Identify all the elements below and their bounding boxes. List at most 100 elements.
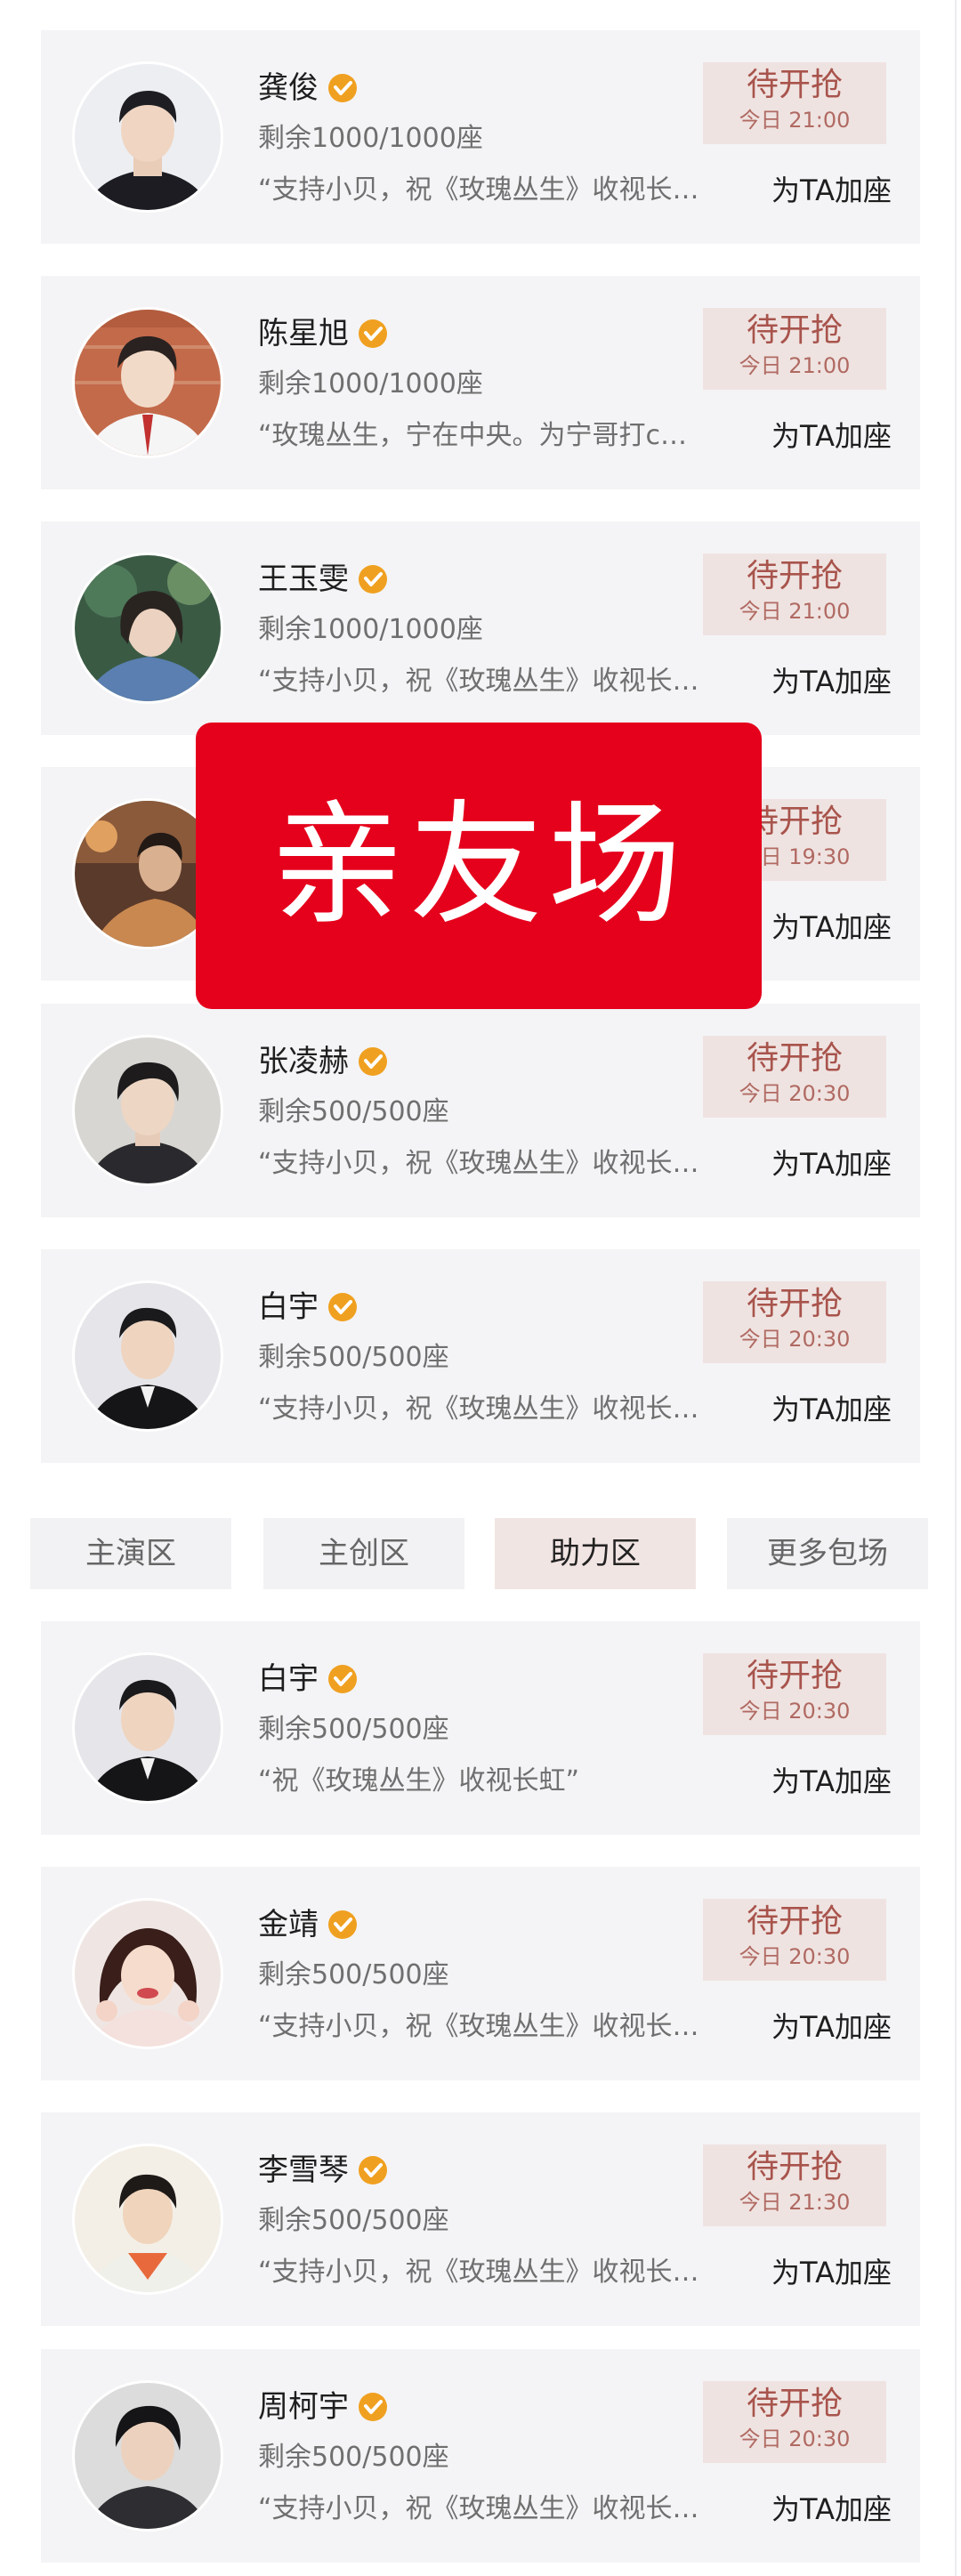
grab-status-label: 待开抢 — [746, 312, 843, 349]
support-message: “玫瑰丛生，宁在中央。为宁哥打call” — [258, 420, 703, 451]
patron-card: 张凌赫 剩余500/500座 “支持小贝，祝《玫瑰丛生》收视长虹” 待开抢 今日… — [41, 1004, 920, 1217]
patron-name-row: 张凌赫 — [258, 1038, 388, 1086]
verified-badge-icon — [327, 73, 358, 103]
support-message: “祝《玫瑰丛生》收视长虹” — [258, 1765, 580, 1797]
remaining-seats: 剩余1000/1000座 — [258, 614, 483, 645]
patron-name-row: 周柯宇 — [258, 2383, 388, 2431]
remaining-seats: 剩余500/500座 — [258, 1342, 449, 1373]
avatar[interactable] — [75, 2146, 221, 2292]
grab-status-label: 待开抢 — [746, 67, 843, 103]
grab-start-time: 今日 20:30 — [739, 1699, 851, 1724]
patron-card: 周柯宇 剩余500/500座 “支持小贝，祝《玫瑰丛生》收视长虹” 待开抢 今日… — [41, 2349, 920, 2563]
support-message: “支持小贝，祝《玫瑰丛生》收视长虹” — [258, 2493, 703, 2524]
remaining-seats: 剩余500/500座 — [258, 2442, 449, 2473]
grab-status-button[interactable]: 待开抢 今日 21:00 — [703, 62, 886, 144]
patron-name: 白宇 — [258, 1661, 319, 1697]
grab-start-time: 今日 20:30 — [739, 2427, 851, 2451]
grab-status-label: 待开抢 — [746, 2386, 843, 2422]
grab-status-button[interactable]: 待开抢 今日 20:30 — [703, 2381, 886, 2463]
add-seat-button[interactable]: 为TA加座 — [758, 2490, 892, 2529]
remaining-seats: 剩余500/500座 — [258, 1096, 449, 1127]
patron-name: 白宇 — [258, 1289, 319, 1325]
grab-status-button[interactable]: 待开抢 今日 20:30 — [703, 1281, 886, 1363]
tab-support[interactable]: 助力区 — [495, 1518, 696, 1589]
support-message: “支持小贝，祝《玫瑰丛生》收视长虹” — [258, 2011, 703, 2042]
grab-status-label: 待开抢 — [746, 1040, 843, 1077]
avatar[interactable] — [75, 1038, 221, 1183]
grab-status-button[interactable]: 待开抢 今日 21:00 — [703, 553, 886, 635]
patron-name-row: 白宇 — [258, 1283, 358, 1331]
avatar[interactable] — [75, 2383, 221, 2529]
patron-name: 张凌赫 — [258, 1044, 349, 1079]
add-seat-button[interactable]: 为TA加座 — [758, 908, 892, 947]
grab-start-time: 今日 20:30 — [739, 1944, 851, 1969]
remaining-seats: 剩余500/500座 — [258, 1714, 449, 1745]
grab-status-button[interactable]: 待开抢 今日 20:30 — [703, 1899, 886, 1981]
add-seat-button[interactable]: 为TA加座 — [758, 662, 892, 701]
grab-status-label: 待开抢 — [746, 1286, 843, 1322]
grab-start-time: 今日 20:30 — [739, 1081, 851, 1106]
grab-status-label: 待开抢 — [746, 558, 843, 594]
patron-card: 白宇 剩余500/500座 “支持小贝，祝《玫瑰丛生》收视长虹” 待开抢 今日 … — [41, 1249, 920, 1463]
remaining-seats: 剩余1000/1000座 — [258, 368, 483, 400]
avatar[interactable] — [75, 1655, 221, 1801]
verified-badge-icon — [358, 2392, 388, 2422]
grab-status-button[interactable]: 待开抢 今日 21:30 — [703, 2144, 886, 2226]
patron-card: 陈星旭 剩余1000/1000座 “玫瑰丛生，宁在中央。为宁哥打call” 待开… — [41, 276, 920, 489]
grab-start-time: 今日 21:00 — [739, 353, 851, 378]
grab-status-label: 待开抢 — [746, 1903, 843, 1940]
add-seat-button[interactable]: 为TA加座 — [758, 2253, 892, 2292]
patron-name: 龚俊 — [258, 70, 319, 106]
verified-badge-icon — [327, 1910, 358, 1940]
verified-badge-icon — [327, 1664, 358, 1694]
patron-name: 王玉雯 — [258, 561, 349, 597]
patron-name-row: 金靖 — [258, 1901, 358, 1949]
add-seat-button[interactable]: 为TA加座 — [758, 1144, 892, 1183]
patron-name-row: 王玉雯 — [258, 555, 388, 603]
patron-card: 李雪琴 剩余500/500座 “支持小贝，祝《玫瑰丛生》收视长虹” 待开抢 今日… — [41, 2112, 920, 2326]
patron-name: 金靖 — [258, 1907, 319, 1942]
support-message: “支持小贝，祝《玫瑰丛生》收视长虹” — [258, 2257, 703, 2288]
support-message: “支持小贝，祝《玫瑰丛生》收视长虹” — [258, 174, 703, 206]
patron-card: 王玉雯 剩余1000/1000座 “支持小贝，祝《玫瑰丛生》收视长虹” 待开抢 … — [41, 521, 920, 735]
patron-name-row: 龚俊 — [258, 64, 358, 112]
avatar[interactable] — [75, 310, 221, 456]
grab-status-label: 待开抢 — [746, 2149, 843, 2185]
remaining-seats: 剩余500/500座 — [258, 1959, 449, 1991]
patron-card: 龚俊 剩余1000/1000座 “支持小贝，祝《玫瑰丛生》收视长虹” 待开抢 今… — [41, 30, 920, 244]
avatar[interactable] — [75, 64, 221, 210]
add-seat-button[interactable]: 为TA加座 — [758, 1390, 892, 1429]
add-seat-button[interactable]: 为TA加座 — [758, 2007, 892, 2047]
grab-status-button[interactable]: 待开抢 今日 20:30 — [703, 1653, 886, 1735]
add-seat-button[interactable]: 为TA加座 — [758, 1762, 892, 1801]
grab-status-button[interactable]: 待开抢 今日 20:30 — [703, 1036, 886, 1118]
verified-badge-icon — [358, 1046, 388, 1077]
avatar[interactable] — [75, 1283, 221, 1429]
patron-card: 白宇 剩余500/500座 “祝《玫瑰丛生》收视长虹” 待开抢 今日 20:30… — [41, 1621, 920, 1835]
support-message: “支持小贝，祝《玫瑰丛生》收视长虹” — [258, 666, 703, 697]
patron-name: 李雪琴 — [258, 2152, 349, 2188]
avatar[interactable] — [75, 1901, 221, 2047]
grab-start-time: 今日 21:30 — [739, 2190, 851, 2215]
add-seat-button[interactable]: 为TA加座 — [758, 416, 892, 456]
remaining-seats: 剩余500/500座 — [258, 2205, 449, 2236]
grab-start-time: 今日 20:30 — [739, 1327, 851, 1352]
patron-name-row: 陈星旭 — [258, 310, 388, 358]
patron-name-row: 白宇 — [258, 1655, 358, 1703]
patron-name: 陈星旭 — [258, 316, 349, 351]
patron-name: 周柯宇 — [258, 2389, 349, 2425]
tab-lead-actors[interactable]: 主演区 — [30, 1518, 231, 1589]
friends-screening-overlay-label: 亲友场 — [196, 723, 762, 1009]
grab-status-button[interactable]: 待开抢 今日 21:00 — [703, 308, 886, 390]
tab-creators[interactable]: 主创区 — [263, 1518, 464, 1589]
verified-badge-icon — [358, 319, 388, 349]
support-message: “支持小贝，祝《玫瑰丛生》收视长虹” — [258, 1393, 703, 1425]
avatar[interactable] — [75, 555, 221, 701]
grab-start-time: 今日 21:00 — [739, 108, 851, 133]
patron-name-row: 李雪琴 — [258, 2146, 388, 2194]
add-seat-button[interactable]: 为TA加座 — [758, 171, 892, 210]
verified-badge-icon — [358, 2155, 388, 2185]
tab-more-screenings[interactable]: 更多包场 — [727, 1518, 928, 1589]
grab-start-time: 今日 21:00 — [739, 599, 851, 624]
support-message: “支持小贝，祝《玫瑰丛生》收视长虹” — [258, 1148, 703, 1179]
